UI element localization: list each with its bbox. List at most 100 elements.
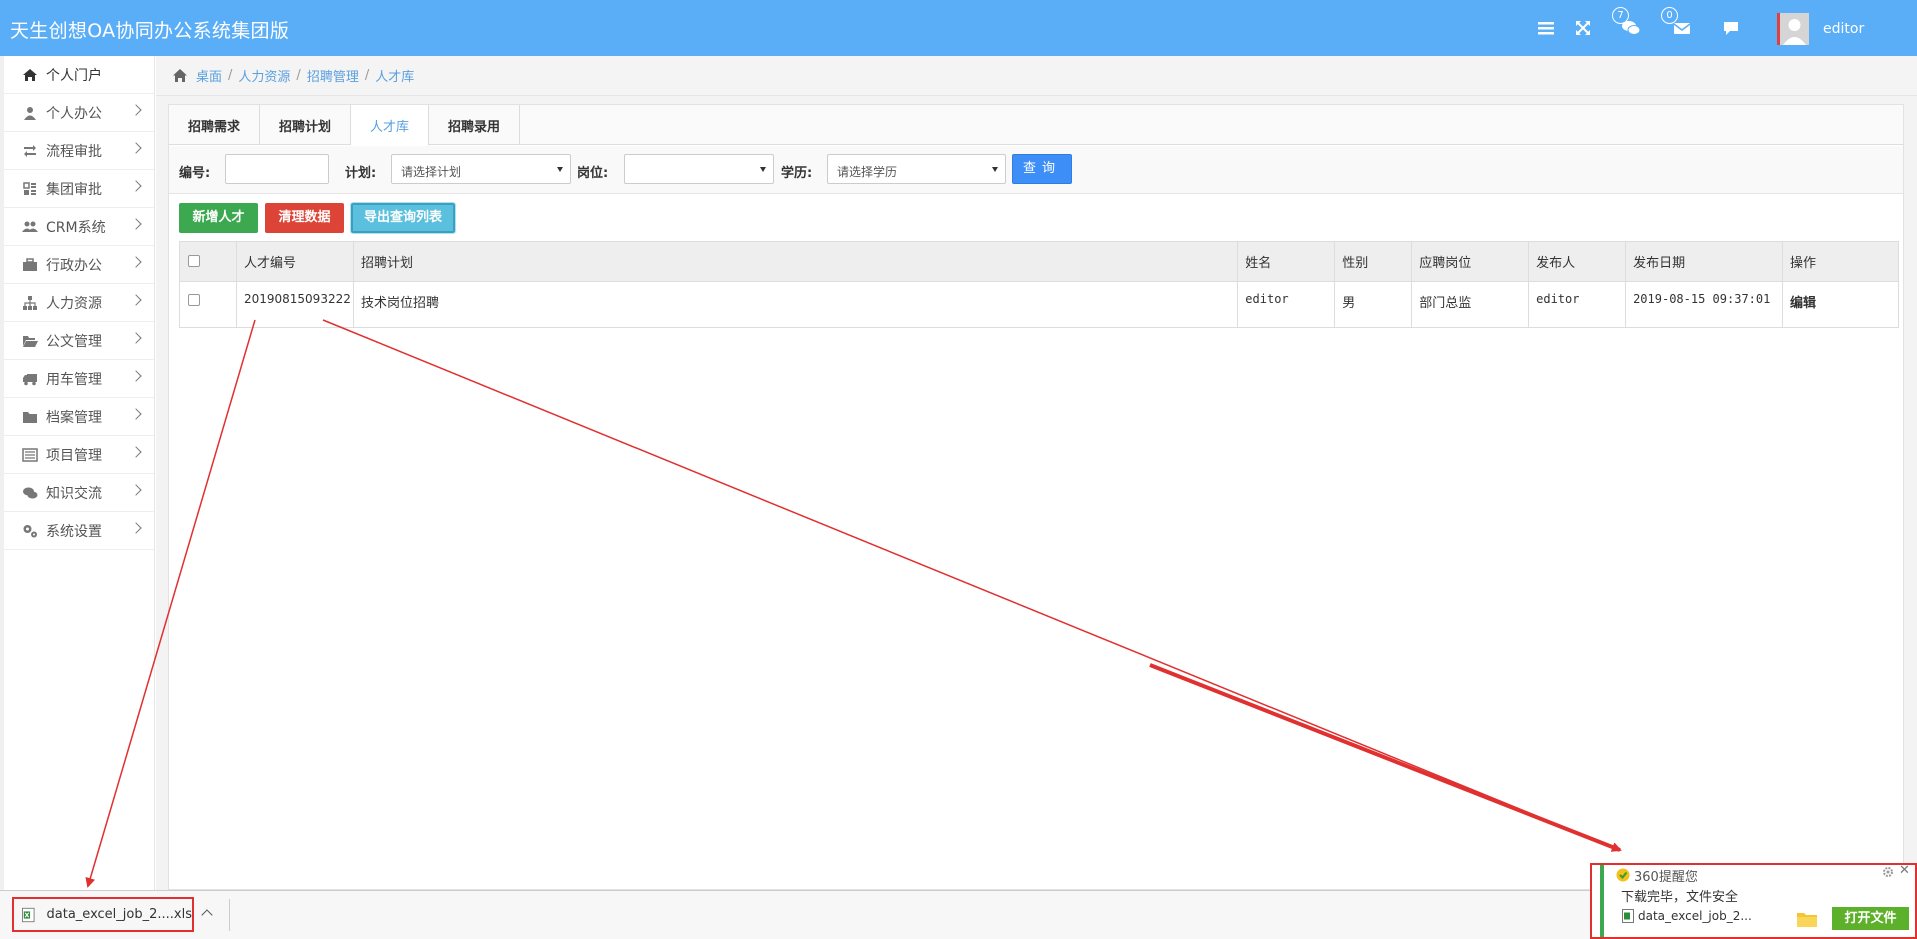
download-item[interactable]: data_excel_job_2....xls xyxy=(12,897,194,932)
plan-label: 计划: xyxy=(345,166,377,181)
chevron-right-icon xyxy=(130,294,142,306)
cell-date: 2019-08-15 09:37:01 xyxy=(1625,281,1783,328)
close-icon[interactable]: ✕ xyxy=(1899,863,1910,878)
sidebar-item-label: 知识交流 xyxy=(46,485,102,502)
breadcrumb-hr[interactable]: 人力资源 xyxy=(238,66,290,85)
excel-file-icon xyxy=(22,907,35,922)
post-select[interactable] xyxy=(624,154,774,184)
sidebar-item-label: 用车管理 xyxy=(46,371,102,388)
sidebar-item-settings[interactable]: 系统设置 xyxy=(0,512,154,550)
row-select[interactable] xyxy=(179,281,237,328)
avatar[interactable] xyxy=(1777,13,1809,45)
chevron-right-icon xyxy=(130,408,142,420)
open-file-button[interactable]: 打开文件 xyxy=(1832,907,1909,930)
mail-badge: 0 xyxy=(1661,7,1678,24)
chevron-right-icon xyxy=(130,370,142,382)
caret-down-icon xyxy=(760,167,766,172)
edu-label: 学历: xyxy=(781,166,813,181)
sidebar-item-admin-office[interactable]: 行政办公 xyxy=(0,246,154,284)
avatar-icon xyxy=(1780,13,1809,45)
fullscreen-icon[interactable] xyxy=(1572,17,1594,39)
breadcrumb-talent-pool[interactable]: 人才库 xyxy=(375,66,414,85)
sidebar-item-workflow[interactable]: 流程审批 xyxy=(0,132,154,170)
chevron-right-icon xyxy=(130,180,142,192)
sidebar-item-label: 项目管理 xyxy=(46,447,102,464)
filter-bar: 编号: 计划: 请选择计划 岗位: 学历: 请选择学历 查询 xyxy=(169,146,1903,194)
chevron-up-icon[interactable] xyxy=(201,909,213,921)
sidebar-item-label: 档案管理 xyxy=(46,409,102,426)
sidebar-item-documents[interactable]: 公文管理 xyxy=(0,322,154,360)
home-icon[interactable] xyxy=(172,68,188,83)
clear-data-button[interactable]: 清理数据 xyxy=(265,203,344,233)
divider xyxy=(229,899,230,931)
cell-publisher: editor xyxy=(1528,281,1627,328)
tab-recruit-demand[interactable]: 招聘需求 xyxy=(169,105,261,145)
username[interactable]: editor xyxy=(1823,21,1864,37)
sidebar-edge xyxy=(0,56,4,890)
header-select-all[interactable] xyxy=(179,241,237,282)
comment-icon[interactable] xyxy=(1720,17,1742,39)
folder-icon xyxy=(23,411,37,423)
breadcrumb-desktop[interactable]: 桌面 xyxy=(196,66,222,85)
breadcrumb-separator: / xyxy=(296,68,301,83)
query-button[interactable]: 查询 xyxy=(1012,154,1072,184)
list-icon xyxy=(22,447,38,462)
breadcrumb-separator: / xyxy=(364,68,370,83)
cell-name: editor xyxy=(1237,281,1336,328)
sidebar-item-label: 个人办公 xyxy=(46,105,102,122)
sidebar-item-label: 公文管理 xyxy=(46,333,102,350)
360-logo-icon xyxy=(1616,868,1630,882)
chevron-right-icon xyxy=(130,332,142,344)
sidebar-item-crm[interactable]: CRM系统 xyxy=(0,208,154,246)
tab-talent-pool[interactable]: 人才库 xyxy=(351,105,430,146)
download-file-name: data_excel_job_2....xls xyxy=(46,907,192,922)
sidebar-item-label: 人力资源 xyxy=(46,295,102,312)
cell-post: 部门总监 xyxy=(1411,281,1530,328)
sidebar-item-archives[interactable]: 档案管理 xyxy=(0,398,154,436)
popup-message: 下载完毕，文件安全 xyxy=(1621,890,1739,905)
sidebar: 个人门户 个人办公 流程审批 集团审批 CRM系统 行政办公 人力资源 公文管理… xyxy=(0,56,155,890)
caret-down-icon xyxy=(992,167,998,172)
add-talent-button[interactable]: 新增人才 xyxy=(179,203,258,233)
edu-select[interactable]: 请选择学历 xyxy=(827,154,1006,184)
chevron-right-icon xyxy=(130,446,142,458)
breadcrumb-separator: / xyxy=(228,68,233,83)
export-list-button[interactable]: 导出查询列表 xyxy=(350,202,456,234)
folder-open-icon xyxy=(23,335,38,347)
grid-icon xyxy=(23,181,36,195)
select-all-checkbox[interactable] xyxy=(188,254,200,267)
plan-select[interactable]: 请选择计划 xyxy=(391,154,571,184)
popup-file-name: data_excel_job_2... xyxy=(1638,909,1752,923)
post-label: 岗位: xyxy=(577,166,609,181)
tab-recruit-plan[interactable]: 招聘计划 xyxy=(260,105,352,145)
edit-link[interactable]: 编辑 xyxy=(1782,281,1899,328)
talent-table: 人才编号 招聘计划 姓名 性别 应聘岗位 发布人 发布日期 操作 2019081… xyxy=(179,241,1899,328)
menu-icon[interactable] xyxy=(1535,17,1557,39)
header-operation: 操作 xyxy=(1782,241,1899,282)
plan-select-value: 请选择计划 xyxy=(401,165,462,179)
sidebar-item-group-approval[interactable]: 集团审批 xyxy=(0,170,154,208)
header-date: 发布日期 xyxy=(1625,241,1783,282)
sidebar-item-portal[interactable]: 个人门户 xyxy=(0,56,154,94)
folder-icon[interactable] xyxy=(1796,910,1818,928)
talent-id-link[interactable]: 20190815093222 xyxy=(235,281,354,328)
chevron-right-icon xyxy=(130,522,142,534)
header-name: 姓名 xyxy=(1237,241,1336,282)
sidebar-item-personal-office[interactable]: 个人办公 xyxy=(0,94,154,132)
cogs-icon xyxy=(23,524,37,537)
sidebar-item-projects[interactable]: 项目管理 xyxy=(0,436,154,474)
sidebar-item-knowledge[interactable]: 知识交流 xyxy=(0,474,154,512)
sidebar-item-label: 行政办公 xyxy=(46,257,102,274)
gear-icon[interactable] xyxy=(1882,866,1894,878)
header-publisher: 发布人 xyxy=(1528,241,1627,282)
plan-link[interactable]: 技术岗位招聘 xyxy=(352,281,1239,328)
table-row: 20190815093222 技术岗位招聘 editor 男 部门总监 edit… xyxy=(179,281,1899,328)
sidebar-item-vehicles[interactable]: 用车管理 xyxy=(0,360,154,398)
notification-popup: 360提醒您 ✕ 下载完毕，文件安全 data_excel_job_2... 打… xyxy=(1590,863,1917,939)
tab-recruit-hire[interactable]: 招聘录用 xyxy=(429,105,521,145)
id-input[interactable] xyxy=(225,154,329,184)
breadcrumb-recruitment[interactable]: 招聘管理 xyxy=(307,66,359,85)
sidebar-item-hr[interactable]: 人力资源 xyxy=(0,284,154,322)
row-checkbox[interactable] xyxy=(188,294,200,306)
id-label: 编号: xyxy=(179,166,211,181)
